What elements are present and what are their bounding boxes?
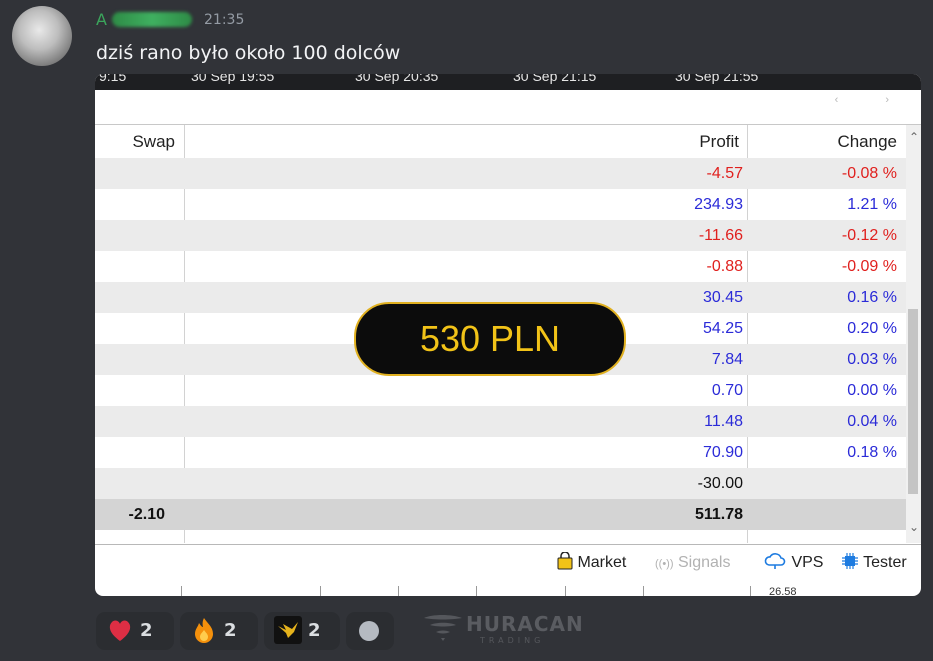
- table-row[interactable]: 11.48 0.04 %: [95, 406, 906, 437]
- avatar[interactable]: [12, 6, 72, 66]
- huracan-logo-icon: [424, 615, 462, 641]
- tab-tester-label: Tester: [863, 554, 907, 571]
- profit-cell: -11.66: [698, 227, 743, 244]
- axis-label: 30 Sep 21:15: [513, 74, 597, 84]
- bottom-partial-value: 26.58: [769, 586, 797, 596]
- reaction-count: 2: [308, 620, 321, 641]
- axis-label: 30 Sep 19:55: [191, 74, 275, 84]
- change-cell: 0.03 %: [847, 351, 897, 368]
- axis-label: 9:15: [99, 74, 127, 84]
- profit-cell: 30.45: [702, 289, 743, 306]
- chart-axis-strip: 9:15 30 Sep 19:55 30 Sep 20:35 30 Sep 21…: [95, 74, 921, 90]
- change-cell: 0.20 %: [847, 320, 897, 337]
- profit-cell: -30.00: [697, 475, 743, 492]
- table-row[interactable]: -30.00: [95, 468, 906, 499]
- tab-vps-label: VPS: [791, 554, 824, 571]
- total-row: -2.10 511.78: [95, 499, 906, 530]
- column-header-change[interactable]: Change: [755, 125, 897, 158]
- grid-tick: [565, 586, 566, 596]
- bag-icon: [557, 551, 573, 570]
- grid-tick: [750, 586, 751, 596]
- add-reaction-button[interactable]: [346, 612, 394, 650]
- tab-market-label: Market: [577, 554, 627, 571]
- reaction-count: 2: [140, 620, 153, 641]
- grid-tick: [181, 586, 182, 596]
- table-row[interactable]: 0.70 0.00 %: [95, 375, 906, 406]
- change-cell: -0.08 %: [841, 165, 897, 182]
- author-name-blur: [112, 12, 192, 27]
- change-cell: -0.09 %: [841, 258, 897, 275]
- grid-tick: [643, 586, 644, 596]
- axis-label: 30 Sep 21:55: [675, 74, 759, 84]
- tab-tester[interactable]: Tester: [841, 550, 907, 576]
- profit-cell: 0.70: [711, 382, 743, 399]
- fire-icon: [195, 618, 213, 643]
- change-cell: 0.16 %: [847, 289, 897, 306]
- grid-tick: [398, 586, 399, 596]
- table-row[interactable]: -4.57 -0.08 %: [95, 158, 906, 189]
- toolbar-divider: [95, 544, 921, 545]
- table-row[interactable]: 234.93 1.21 %: [95, 189, 906, 220]
- grid-tick: [476, 586, 477, 596]
- scroll-down-icon[interactable]: ⌄: [909, 520, 919, 534]
- profit-cell: 234.93: [694, 196, 743, 213]
- tab-vps[interactable]: VPS: [763, 550, 823, 576]
- tab-market[interactable]: Market: [557, 550, 626, 576]
- total-profit: 511.78: [694, 506, 743, 523]
- column-header-profit[interactable]: Profit: [655, 125, 739, 158]
- tab-signals[interactable]: ((•)) Signals: [655, 550, 730, 576]
- table-row[interactable]: -0.88 -0.09 %: [95, 251, 906, 282]
- custom-emoji-icon: [274, 616, 302, 644]
- profit-badge: 530 PLN: [354, 302, 626, 376]
- grid-tick: [320, 586, 321, 596]
- change-cell: -0.12 %: [841, 227, 897, 244]
- chip-icon: [842, 553, 858, 569]
- heart-icon: [109, 620, 131, 641]
- profit-cell: 11.48: [704, 413, 743, 430]
- profit-cell: -4.57: [706, 165, 743, 182]
- scroll-up-icon[interactable]: ⌃: [909, 130, 919, 144]
- column-header-swap[interactable]: Swap: [95, 125, 175, 158]
- reaction-count: 2: [224, 620, 237, 641]
- change-cell: [755, 468, 897, 499]
- table-row[interactable]: -11.66 -0.12 %: [95, 220, 906, 251]
- change-cell: 0.00 %: [847, 382, 897, 399]
- attached-screenshot[interactable]: 9:15 30 Sep 19:55 30 Sep 20:35 30 Sep 21…: [95, 74, 921, 596]
- watermark-sub: TRADING: [480, 636, 545, 645]
- signal-icon: ((•)): [655, 558, 674, 570]
- table-row[interactable]: 70.90 0.18 %: [95, 437, 906, 468]
- axis-label: 30 Sep 20:35: [355, 74, 439, 84]
- profit-cell: 54.25: [702, 320, 743, 337]
- scrollbar-thumb[interactable]: [908, 309, 918, 494]
- message-timestamp: 21:35: [204, 12, 245, 28]
- change-cell: 0.18 %: [847, 444, 897, 461]
- reaction-custom[interactable]: 2: [264, 612, 340, 650]
- message-text: dziś rano było około 100 dolców: [96, 42, 401, 64]
- reaction-fire[interactable]: 2: [180, 612, 258, 650]
- change-cell: 1.21 %: [847, 196, 897, 213]
- tab-signals-label: Signals: [677, 554, 731, 571]
- reaction-heart[interactable]: 2: [96, 612, 174, 650]
- watermark-brand: HURACAN: [466, 612, 584, 636]
- author-name[interactable]: A: [96, 10, 107, 29]
- cloud-icon: [764, 553, 786, 569]
- profit-cell: 7.84: [711, 351, 743, 368]
- change-cell: 0.04 %: [847, 413, 897, 430]
- total-swap: -2.10: [128, 506, 165, 523]
- profit-cell: 70.90: [702, 444, 743, 461]
- profit-cell: -0.88: [706, 258, 743, 275]
- add-reaction-icon: [359, 621, 379, 641]
- chart-scroll-arrows-icon[interactable]: ‹ ›: [835, 94, 911, 106]
